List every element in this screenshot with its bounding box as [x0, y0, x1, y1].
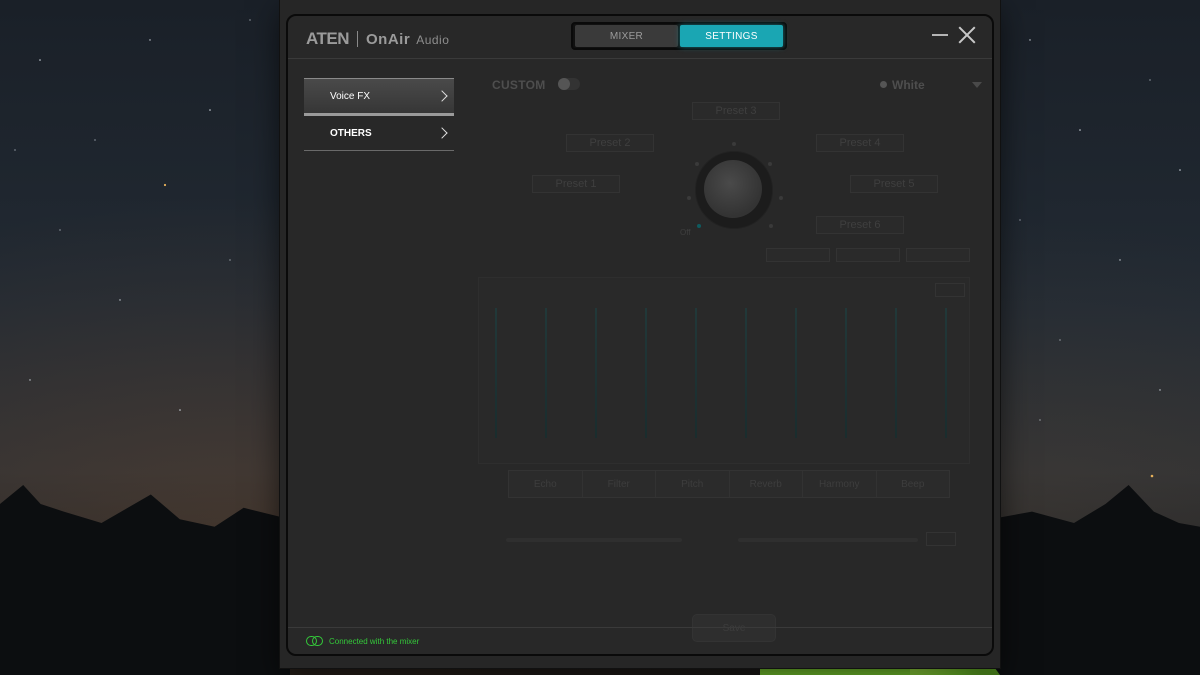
logo-sub: Audio: [416, 33, 450, 47]
tab-settings[interactable]: SETTINGS: [680, 25, 783, 47]
preset-4-button[interactable]: Preset 4: [816, 134, 904, 152]
knob-tick: [732, 142, 736, 146]
chevron-right-icon: [436, 90, 448, 102]
eq-slider[interactable]: [495, 308, 497, 438]
eq-slider[interactable]: [545, 308, 547, 438]
preset-2-button[interactable]: Preset 2: [566, 134, 654, 152]
logo-divider: [357, 31, 359, 47]
tab-beep[interactable]: Beep: [877, 471, 950, 497]
theme-label: White: [892, 78, 925, 92]
fx-option-button[interactable]: [906, 248, 970, 262]
logo-brand: ATEN: [306, 29, 350, 48]
knob-tick: [687, 196, 691, 200]
preset-knob[interactable]: [704, 160, 762, 218]
chevron-down-icon[interactable]: [972, 82, 982, 88]
preset-5-button[interactable]: Preset 5: [850, 175, 938, 193]
tab-filter[interactable]: Filter: [583, 471, 656, 497]
param-value-box[interactable]: [926, 532, 956, 546]
eq-slider[interactable]: [595, 308, 597, 438]
custom-label: CUSTOM: [492, 78, 546, 92]
minimize-icon[interactable]: [932, 34, 948, 36]
eq-slider[interactable]: [845, 308, 847, 438]
settings-sidebar: Voice FX OTHERS: [304, 78, 454, 151]
knob-tick: [768, 162, 772, 166]
mountain-silhouette: [0, 485, 290, 675]
theme-color-dot: [880, 81, 887, 88]
aten-onair-logo: ATEN OnAir Audio: [306, 29, 449, 49]
knob-tick-active: [697, 224, 701, 228]
tab-echo[interactable]: Echo: [509, 471, 583, 497]
sidebar-item-label: Voice FX: [330, 90, 371, 102]
param-slider[interactable]: [738, 538, 918, 542]
window-controls: [932, 26, 976, 44]
equalizer-panel: [478, 277, 970, 464]
app-header: ATEN OnAir Audio MIXER SETTINGS: [288, 16, 992, 59]
link-icon: [306, 636, 323, 646]
connection-status: Connected with the mixer: [329, 636, 420, 646]
preset-6-button[interactable]: Preset 6: [816, 216, 904, 234]
fx-option-button[interactable]: [836, 248, 900, 262]
eq-slider[interactable]: [795, 308, 797, 438]
custom-toggle[interactable]: [558, 78, 580, 90]
tab-reverb[interactable]: Reverb: [730, 471, 803, 497]
voice-fx-panel: CUSTOM White Preset 3 Preset 2 Preset 4 …: [470, 72, 982, 642]
eq-slider[interactable]: [745, 308, 747, 438]
app-frame: ATEN OnAir Audio MIXER SETTINGS Voice FX…: [286, 14, 994, 656]
tab-harmony[interactable]: Harmony: [803, 471, 877, 497]
eq-slider[interactable]: [645, 308, 647, 438]
preset-3-button[interactable]: Preset 3: [692, 102, 780, 120]
sidebar-item-others[interactable]: OTHERS: [304, 116, 454, 151]
knob-tick: [769, 224, 773, 228]
eq-slider[interactable]: [895, 308, 897, 438]
eq-slider[interactable]: [945, 308, 947, 438]
preset-1-button[interactable]: Preset 1: [532, 175, 620, 193]
onair-audio-window: ATEN OnAir Audio MIXER SETTINGS Voice FX…: [280, 0, 1000, 668]
status-bar: Connected with the mixer: [288, 627, 992, 654]
knob-tick: [695, 162, 699, 166]
tab-pitch[interactable]: Pitch: [656, 471, 730, 497]
knob-off-label: Off: [680, 228, 691, 237]
close-icon[interactable]: [958, 26, 976, 44]
sidebar-item-voice-fx[interactable]: Voice FX: [304, 78, 454, 116]
fx-option-button[interactable]: [766, 248, 830, 262]
chevron-right-icon: [436, 127, 448, 139]
eq-value-box[interactable]: [935, 283, 965, 297]
main-tab-group: MIXER SETTINGS: [571, 22, 787, 50]
fx-tab-bar: Echo Filter Pitch Reverb Harmony Beep: [508, 470, 950, 498]
param-slider[interactable]: [506, 538, 682, 542]
tab-mixer[interactable]: MIXER: [575, 25, 678, 47]
sidebar-item-label: OTHERS: [330, 127, 372, 139]
knob-tick: [779, 196, 783, 200]
eq-slider[interactable]: [695, 308, 697, 438]
logo-product: OnAir: [366, 31, 411, 48]
